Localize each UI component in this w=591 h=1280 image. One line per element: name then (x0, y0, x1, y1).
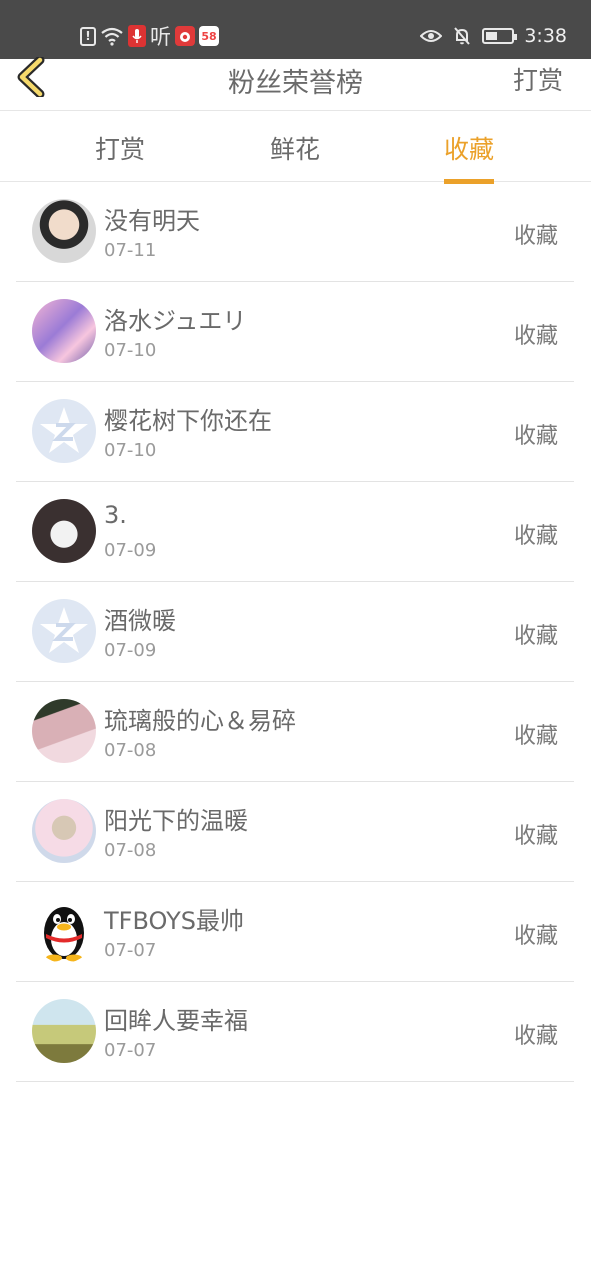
bell-off-icon (452, 25, 472, 47)
user-name: 樱花树下你还在 (104, 407, 272, 435)
favorite-label: 收藏 (513, 824, 558, 849)
favorite-label: 收藏 (513, 924, 558, 949)
58-app-icon: 58 (199, 26, 219, 46)
date-label: 07-08 (104, 840, 157, 861)
qzone-star-icon (40, 407, 88, 453)
list-item[interactable]: 洛水ジュエリ 07-10 收藏 (16, 282, 574, 382)
weibo-app-icon (175, 26, 195, 46)
avatar[interactable] (32, 299, 96, 363)
avatar[interactable] (32, 399, 96, 463)
tab-bar: 打赏 鲜花 收藏 (0, 112, 591, 184)
user-name: 3. (104, 501, 127, 529)
avatar[interactable] (32, 699, 96, 763)
qq-penguin-icon (44, 907, 84, 962)
avatar[interactable] (32, 899, 96, 963)
status-icons-right: 3:38 (420, 24, 567, 48)
avatar[interactable] (32, 799, 96, 863)
date-label: 07-07 (104, 1040, 157, 1061)
avatar[interactable] (32, 199, 96, 263)
qzone-star-icon (40, 607, 88, 653)
date-label: 07-09 (104, 640, 157, 661)
reward-button[interactable]: 打赏 (513, 61, 563, 97)
user-name: 阳光下的温暖 (104, 807, 248, 835)
tab-flowers[interactable]: 鲜花 (270, 130, 320, 182)
list-item[interactable]: 琉璃般的心＆易碎 07-08 收藏 (16, 682, 574, 782)
user-name: 没有明天 (104, 207, 200, 235)
favorite-label: 收藏 (513, 724, 558, 749)
top-nav-bar: 粉丝荣誉榜 打赏 (0, 55, 591, 111)
avatar[interactable] (32, 599, 96, 663)
favorite-label: 收藏 (513, 424, 558, 449)
date-label: 07-07 (104, 940, 157, 961)
tab-label: 打赏 (95, 135, 146, 164)
status-bar: ! 听 58 3:38 (0, 0, 591, 59)
favorite-label: 收藏 (513, 224, 558, 249)
status-icons-left: ! 听 58 (80, 24, 219, 49)
fan-list: 没有明天 07-11 收藏 洛水ジュエリ 07-10 收藏 樱花树下你还在 07… (16, 182, 574, 1082)
avatar[interactable] (32, 499, 96, 563)
ting-app-icon: 听 (150, 25, 171, 49)
date-label: 07-09 (104, 540, 157, 561)
favorite-label: 收藏 (513, 324, 558, 349)
mic-app-icon (128, 25, 146, 47)
status-time: 3:38 (524, 25, 567, 47)
date-label: 07-11 (104, 240, 157, 261)
list-item[interactable]: 没有明天 07-11 收藏 (16, 182, 574, 282)
list-item[interactable]: TFBOYS最帅 07-07 收藏 (16, 882, 574, 982)
avatar[interactable] (32, 999, 96, 1063)
tab-reward[interactable]: 打赏 (95, 130, 145, 182)
user-name: 酒微暖 (104, 607, 176, 635)
eye-comfort-icon (420, 25, 443, 47)
user-name: 回眸人要幸福 (104, 1007, 248, 1035)
date-label: 07-10 (104, 440, 157, 461)
date-label: 07-10 (104, 340, 157, 361)
favorite-label: 收藏 (513, 1024, 558, 1049)
date-label: 07-08 (104, 740, 157, 761)
list-item[interactable]: 阳光下的温暖 07-08 收藏 (16, 782, 574, 882)
favorite-label: 收藏 (513, 624, 558, 649)
user-name: 琉璃般的心＆易碎 (104, 707, 296, 735)
tab-label: 收藏 (444, 135, 495, 164)
tab-favorites[interactable]: 收藏 (444, 130, 495, 184)
tab-label: 鲜花 (270, 135, 321, 164)
list-item[interactable]: 回眸人要幸福 07-07 收藏 (16, 982, 574, 1082)
page-title: 粉丝荣誉榜 (228, 68, 363, 99)
list-item[interactable]: 3. 07-09 收藏 (16, 482, 574, 582)
wifi-icon (100, 25, 124, 47)
user-name: 洛水ジュエリ (104, 307, 247, 335)
favorite-label: 收藏 (513, 524, 558, 549)
list-item[interactable]: 樱花树下你还在 07-10 收藏 (16, 382, 574, 482)
user-name: TFBOYS最帅 (104, 907, 244, 935)
battery-icon (482, 28, 518, 44)
sim-alert-icon: ! (80, 26, 96, 46)
list-item[interactable]: 酒微暖 07-09 收藏 (16, 582, 574, 682)
